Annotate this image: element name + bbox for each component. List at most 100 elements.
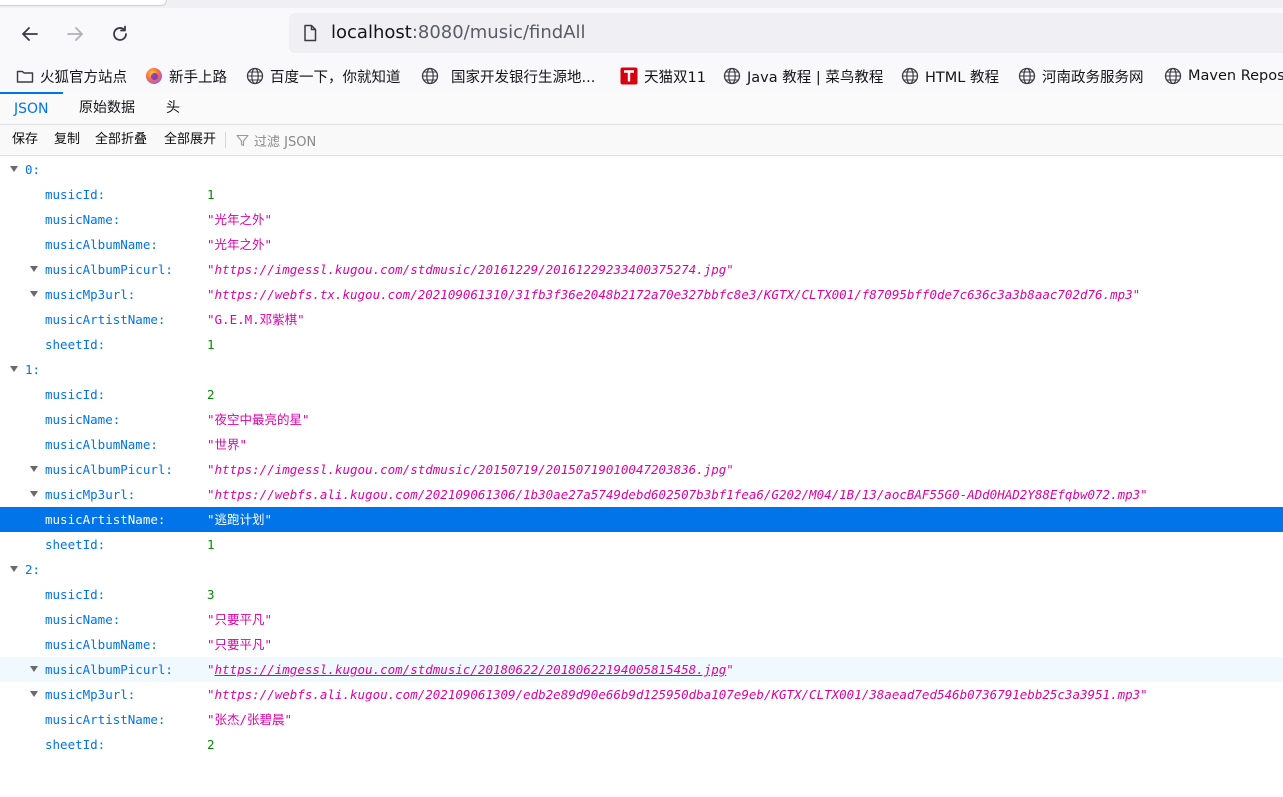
tab-headers[interactable]: 头 — [152, 92, 194, 124]
bookmark-label: Java 教程 | 菜鸟教程 — [747, 69, 884, 86]
url-bar[interactable]: localhost:8080/music/findAll — [289, 13, 1283, 53]
json-field-row[interactable]: musicName: "只要平凡" — [0, 607, 1283, 632]
json-key: sheetId: — [45, 337, 106, 352]
forward-button[interactable] — [61, 20, 89, 48]
copy-button[interactable]: 复制 — [54, 125, 80, 155]
json-key: sheetId: — [45, 537, 106, 552]
bookmark-folder-firefox[interactable]: 火狐官方站点 — [16, 65, 127, 87]
url-path: :8080/music/findAll — [411, 22, 586, 43]
expand-toggle-icon[interactable] — [30, 266, 38, 272]
tab-raw-data[interactable]: 原始数据 — [65, 92, 149, 124]
json-key: musicId: — [45, 387, 106, 402]
json-key: musicArtistName: — [45, 312, 166, 327]
json-value: "世界" — [207, 437, 248, 452]
arrow-left-icon — [22, 27, 38, 41]
expand-toggle-icon[interactable] — [30, 691, 38, 697]
expand-toggle-icon[interactable] — [10, 566, 18, 572]
save-button[interactable]: 保存 — [12, 125, 38, 155]
bookmark-java-tutorial[interactable]: Java 教程 | 菜鸟教程 — [723, 65, 883, 87]
json-value: "张杰/张碧晨" — [207, 712, 293, 727]
collapse-all-button[interactable]: 全部折叠 — [95, 125, 147, 155]
json-value[interactable]: "https://webfs.tx.kugou.com/202109061310… — [207, 282, 1140, 307]
back-button[interactable] — [16, 20, 44, 48]
json-value: "光年之外" — [207, 237, 273, 252]
json-key: musicName: — [45, 612, 121, 627]
bookmarks-toolbar: 火狐官方站点 新手上路 百度一下，你就知道 国家开发银行生源地... 天猫双11… — [0, 60, 1283, 92]
json-field-row[interactable]: musicArtistName: "逃跑计划" — [0, 507, 1283, 532]
json-field-row[interactable]: musicAlbumName: "世界" — [0, 432, 1283, 457]
json-key: musicAlbumName: — [45, 437, 158, 452]
json-value: "只要平凡" — [207, 612, 273, 627]
filter-placeholder: 过滤 JSON — [254, 134, 317, 150]
json-key: musicAlbumPicurl: — [45, 662, 173, 677]
bookmark-maven-repos[interactable]: Maven Repos — [1164, 65, 1283, 87]
json-value-link[interactable]: https://imgessl.kugou.com/stdmusic/20180… — [215, 662, 727, 677]
json-field-row[interactable]: musicArtistName: "G.E.M.邓紫棋" — [0, 307, 1283, 332]
json-field-row[interactable]: musicId: 2 — [0, 382, 1283, 407]
json-array-item-0[interactable]: 0: — [0, 157, 1283, 182]
json-value[interactable]: "https://imgessl.kugou.com/stdmusic/2018… — [207, 657, 734, 682]
json-field-row[interactable]: musicName: "夜空中最亮的星" — [0, 407, 1283, 432]
bookmark-cdb-loan[interactable]: 国家开发银行生源地... — [421, 65, 595, 87]
json-field-row[interactable]: musicName: "光年之外" — [0, 207, 1283, 232]
url-host: localhost — [331, 22, 412, 43]
json-value[interactable]: "https://imgessl.kugou.com/stdmusic/2016… — [207, 257, 734, 282]
expand-toggle-icon[interactable] — [10, 366, 18, 372]
json-field-row[interactable]: sheetId: 1 — [0, 532, 1283, 557]
json-field-row[interactable]: musicMp3url: "https://webfs.ali.kugou.com… — [0, 682, 1283, 707]
json-value: 2 — [207, 387, 215, 402]
json-field-row[interactable]: musicArtistName: "张杰/张碧晨" — [0, 707, 1283, 732]
toolbar-divider — [225, 132, 226, 148]
expand-toggle-icon[interactable] — [30, 666, 38, 672]
bookmark-html-tutorial[interactable]: HTML 教程 — [901, 65, 999, 87]
reload-icon — [113, 25, 127, 41]
json-key: musicName: — [45, 212, 121, 227]
json-value: 1 — [207, 187, 215, 202]
active-tab[interactable] — [0, 0, 167, 6]
json-key: musicArtistName: — [45, 512, 166, 527]
json-field-row[interactable]: musicAlbumPicurl: "https://imgessl.kugou.… — [0, 657, 1283, 682]
expand-toggle-icon[interactable] — [30, 291, 38, 297]
json-key: musicMp3url: — [45, 687, 136, 702]
json-field-row[interactable]: musicAlbumName: "光年之外" — [0, 232, 1283, 257]
url-text[interactable]: localhost:8080/music/findAll — [331, 22, 586, 44]
globe-icon — [1018, 67, 1036, 85]
json-key: musicAlbumName: — [45, 237, 158, 252]
globe-icon — [1164, 67, 1182, 85]
expand-toggle-icon[interactable] — [30, 491, 38, 497]
json-field-row[interactable]: musicId: 1 — [0, 182, 1283, 207]
reload-button[interactable] — [106, 20, 134, 48]
json-field-row[interactable]: sheetId: 1 — [0, 332, 1283, 357]
json-value: "只要平凡" — [207, 637, 273, 652]
json-value: 2 — [207, 737, 215, 752]
json-tree: 0: musicId: 1 musicName: "光年之外" musicAlbumNam… — [0, 157, 1283, 757]
json-value: "夜空中最亮的星" — [207, 412, 310, 427]
json-value[interactable]: "https://imgessl.kugou.com/stdmusic/2015… — [207, 457, 734, 482]
bookmark-tmall[interactable]: 天猫双11 — [620, 65, 706, 87]
json-field-row[interactable]: musicMp3url: "https://webfs.ali.kugou.com… — [0, 482, 1283, 507]
json-field-row[interactable]: musicAlbumPicurl: "https://imgessl.kugou.… — [0, 257, 1283, 282]
json-field-row[interactable]: musicAlbumName: "只要平凡" — [0, 632, 1283, 657]
json-value: "光年之外" — [207, 212, 273, 227]
expand-toggle-icon[interactable] — [10, 166, 18, 172]
json-field-row[interactable]: musicMp3url: "https://webfs.tx.kugou.com/… — [0, 282, 1283, 307]
json-field-row[interactable]: sheetId: 2 — [0, 732, 1283, 757]
json-field-row[interactable]: musicId: 3 — [0, 582, 1283, 607]
expand-all-button[interactable]: 全部展开 — [164, 125, 216, 155]
filter-json-input[interactable]: 过滤 JSON — [236, 125, 316, 155]
json-key: musicAlbumPicurl: — [45, 462, 173, 477]
json-value[interactable]: "https://webfs.ali.kugou.com/20210906130… — [207, 682, 1148, 707]
expand-toggle-icon[interactable] — [30, 466, 38, 472]
navigation-bar: localhost:8080/music/findAll — [0, 8, 1283, 60]
bookmark-getting-started[interactable]: 新手上路 — [145, 65, 227, 87]
tab-json[interactable]: JSON — [0, 92, 63, 126]
json-array-item-1[interactable]: 1: — [0, 357, 1283, 382]
filter-icon — [236, 134, 249, 146]
json-value[interactable]: "https://webfs.ali.kugou.com/20210906130… — [207, 482, 1148, 507]
bookmark-henan-gov[interactable]: 河南政务服务网 — [1018, 65, 1144, 87]
bookmark-baidu[interactable]: 百度一下，你就知道 — [246, 65, 401, 87]
json-field-row[interactable]: musicAlbumPicurl: "https://imgessl.kugou.… — [0, 457, 1283, 482]
bookmark-label: 河南政务服务网 — [1042, 69, 1144, 86]
json-item-index: 2: — [25, 562, 41, 577]
json-array-item-2[interactable]: 2: — [0, 557, 1283, 582]
